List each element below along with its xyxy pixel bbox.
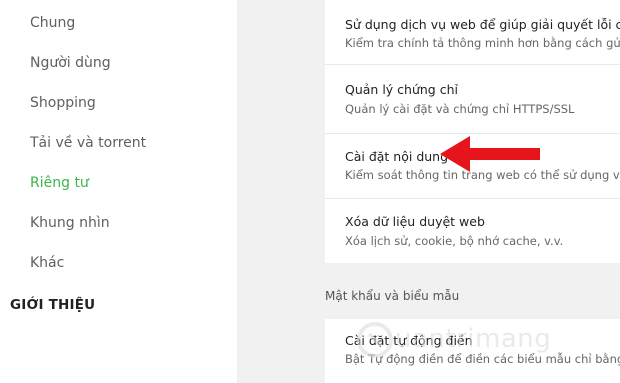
watermark-logo-icon	[357, 322, 393, 358]
sidebar-item-appearance[interactable]: Khung nhìn	[30, 215, 110, 231]
row-title: Xóa dữ liệu duyệt web	[345, 214, 485, 229]
sidebar-item-downloads[interactable]: Tải về và torrent	[30, 135, 146, 151]
clear-browsing-data-row[interactable]: Xóa dữ liệu duyệt web Xóa lịch sử, cooki…	[325, 199, 620, 263]
row-title: Quản lý chứng chỉ	[345, 82, 458, 97]
row-subtitle: Xóa lịch sử, cookie, bộ nhớ cache, v.v.	[345, 234, 564, 248]
watermark: uantrimang	[355, 312, 551, 372]
spelling-service-row[interactable]: Sử dụng dịch vụ web để giúp giải quyết l…	[325, 0, 620, 64]
sidebar-item-other[interactable]: Khác	[30, 255, 64, 271]
row-subtitle: Quản lý cài đặt và chứng chỉ HTTPS/SSL	[345, 102, 575, 116]
red-arrow-annotation	[440, 136, 540, 172]
passwords-forms-heading: Mật khẩu và biểu mẫu	[325, 289, 460, 303]
manage-certificates-row[interactable]: Quản lý chứng chỉ Quản lý cài đặt và chứ…	[325, 65, 620, 133]
row-title: Sử dụng dịch vụ web để giúp giải quyết l…	[345, 17, 620, 32]
sidebar-item-general[interactable]: Chung	[30, 15, 75, 31]
watermark-text: uantrimang	[395, 324, 552, 354]
sidebar-about-heading[interactable]: GIỚI THIỆU	[10, 297, 95, 313]
sidebar-item-users[interactable]: Người dùng	[30, 55, 111, 71]
settings-sidebar: Chung Người dùng Shopping Tải về và torr…	[0, 0, 237, 383]
sidebar-item-shopping[interactable]: Shopping	[30, 95, 96, 111]
row-subtitle: Kiểm tra chính tả thông minh hơn bằng cá…	[345, 36, 620, 50]
sidebar-item-privacy[interactable]: Riêng tư	[30, 175, 89, 191]
row-title: Cài đặt nội dung	[345, 149, 449, 164]
privacy-settings-card: Sử dụng dịch vụ web để giúp giải quyết l…	[325, 0, 620, 263]
